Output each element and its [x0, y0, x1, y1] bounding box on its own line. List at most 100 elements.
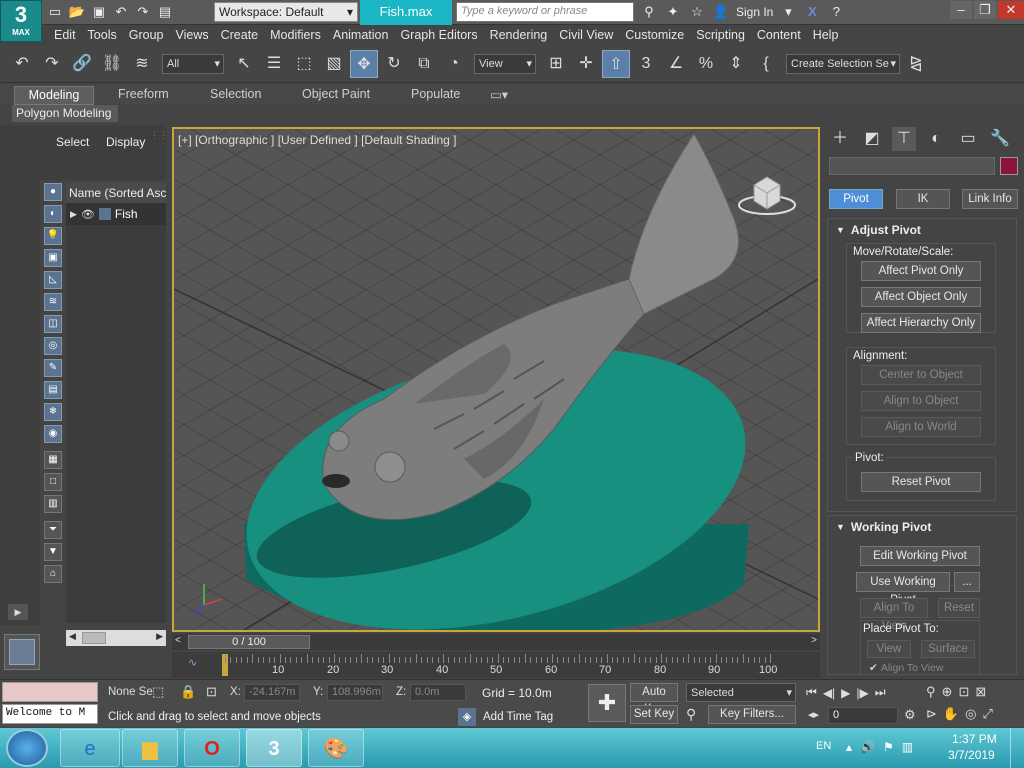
center-to-object-button[interactable]: Center to Object	[861, 365, 981, 385]
exchange-icon[interactable]: X	[803, 3, 821, 21]
maximize-viewport-icon[interactable]: ⤢	[982, 706, 992, 722]
tab-modeling[interactable]: Modeling	[14, 86, 94, 105]
open-folder-icon[interactable]: 📂	[68, 3, 86, 21]
undo-icon[interactable]: ↶	[112, 3, 130, 21]
scroll-thumb[interactable]	[82, 632, 106, 644]
edit-working-pivot-button[interactable]: Edit Working Pivot	[860, 546, 980, 566]
window-crossing-icon[interactable]: ▧	[320, 50, 348, 78]
file-explorer-icon[interactable]: ▆	[122, 729, 178, 767]
maxscript-listener[interactable]: Welcome to M	[2, 704, 98, 724]
horizontal-scrollbar[interactable]: ◀ ▶	[66, 630, 166, 646]
use-working-pivot-button[interactable]: Use Working Pivot	[856, 572, 950, 606]
key-selection-dropdown[interactable]: Selected ▾	[686, 683, 796, 702]
viewcube[interactable]	[736, 165, 798, 217]
align-to-object-button[interactable]: Align to Object	[861, 391, 981, 411]
zoom-all-icon[interactable]: ⊕	[942, 684, 953, 700]
menu-help[interactable]: Help	[813, 28, 839, 42]
app-logo[interactable]: 3 MAX	[0, 0, 42, 42]
scene-explorer-select-menu[interactable]: Select	[56, 135, 89, 149]
angle-snap-icon[interactable]: ∠	[662, 50, 690, 78]
expand-arrow-icon[interactable]: ▶	[8, 604, 28, 620]
z-coordinate-field[interactable]: 0.0m	[410, 684, 466, 701]
move-icon[interactable]: ✥	[350, 49, 378, 78]
polygon-modeling-panel[interactable]: Polygon Modeling	[12, 105, 118, 122]
track-bar[interactable]: ∿ 10 20 30 40 50 60 70 80 90 100	[172, 652, 820, 678]
key-filters-button[interactable]: Key Filters...	[708, 705, 796, 724]
menu-graph-editors[interactable]: Graph Editors	[400, 28, 477, 42]
zoom-extents-icon[interactable]: ⊡	[958, 684, 969, 700]
go-to-end-icon[interactable]: ⏭	[875, 685, 886, 700]
adjust-pivot-header[interactable]: ▼ Adjust Pivot	[836, 223, 921, 237]
display-hidden-icon[interactable]: ◉	[44, 425, 62, 443]
pivot-center-icon[interactable]: ⊞	[542, 50, 570, 78]
place-surface-button[interactable]: Surface	[921, 640, 975, 658]
time-slider-thumb[interactable]: 0 / 100	[188, 635, 310, 649]
menu-customize[interactable]: Customize	[625, 28, 684, 42]
display-geometry-icon[interactable]: ●	[44, 183, 62, 201]
current-frame-field[interactable]: 0	[828, 707, 898, 724]
display-cameras-icon[interactable]: ▣	[44, 249, 62, 267]
set-key-button[interactable]: Set Key	[630, 705, 678, 724]
key-mode-toggle-icon[interactable]: ◂▸	[808, 708, 819, 721]
ribbon-options-icon[interactable]: ▭▾	[490, 87, 508, 102]
tab-selection[interactable]: Selection	[210, 87, 261, 101]
object-name-field[interactable]	[829, 157, 995, 175]
user-icon[interactable]: 👤	[712, 3, 730, 21]
display-none-icon[interactable]: □	[44, 473, 62, 491]
save-icon[interactable]: ▣	[90, 3, 108, 21]
select-by-name-icon[interactable]: ☰	[260, 50, 288, 78]
viewport-layout-button[interactable]	[4, 634, 40, 670]
redo-icon[interactable]: ↷	[134, 3, 152, 21]
lock-icon[interactable]: 🔒	[180, 684, 196, 700]
workspace-dropdown[interactable]: Workspace: Default ▾	[214, 2, 358, 22]
create-tab-icon[interactable]: ＋	[828, 127, 852, 151]
time-configuration-icon[interactable]: ⚙	[904, 707, 916, 723]
tab-object-paint[interactable]: Object Paint	[302, 87, 370, 101]
maxscript-mini-listener-top[interactable]	[2, 682, 98, 702]
auto-key-button[interactable]: Auto Key	[630, 683, 678, 715]
place-view-button[interactable]: View	[867, 640, 911, 658]
object-color-swatch[interactable]	[1000, 157, 1018, 175]
pan-icon[interactable]: ✋	[943, 706, 959, 722]
zoom-icon[interactable]: ⚲	[926, 684, 936, 700]
next-frame-icon[interactable]: >	[811, 635, 817, 646]
display-tab-icon[interactable]: ▭	[956, 127, 980, 151]
invert-display-icon[interactable]: ▥	[44, 495, 62, 513]
layer-icon[interactable]: ⌂	[44, 565, 62, 583]
modify-tab-icon[interactable]: ◩	[860, 127, 884, 151]
rectangular-selection-icon[interactable]: ⬚	[290, 50, 318, 78]
opera-icon[interactable]: O	[184, 729, 240, 767]
x-coordinate-field[interactable]: -24.167m	[244, 684, 300, 701]
snap-3d-icon[interactable]: 3	[632, 50, 660, 78]
filter-icon[interactable]: ⏷	[44, 521, 62, 539]
add-time-tag-button[interactable]: Add Time Tag	[483, 711, 553, 723]
menu-content[interactable]: Content	[757, 28, 801, 42]
mirror-icon[interactable]: ⧎	[902, 50, 930, 78]
play-icon[interactable]: ▶	[841, 686, 850, 700]
menu-animation[interactable]: Animation	[333, 28, 389, 42]
hierarchy-tab-icon[interactable]: ⊤	[892, 127, 916, 151]
expand-arrow-icon[interactable]: ▶	[70, 209, 77, 220]
list-item[interactable]: ▶ 👁 Fish	[66, 203, 166, 225]
paint-icon[interactable]: 🎨	[308, 729, 364, 767]
tab-populate[interactable]: Populate	[411, 87, 460, 101]
new-file-icon[interactable]: ▭	[46, 3, 64, 21]
start-button[interactable]	[6, 729, 48, 767]
align-to-view-checkbox[interactable]: ✔ Align To View	[869, 662, 943, 674]
affect-hierarchy-only-button[interactable]: Affect Hierarchy Only	[861, 313, 981, 333]
redo-icon[interactable]: ↷	[38, 50, 66, 78]
absolute-mode-icon[interactable]: ⊡	[206, 684, 217, 700]
flag-icon[interactable]: ⚑	[883, 740, 894, 754]
axis-constraint-icon[interactable]: ✛	[572, 50, 600, 78]
show-desktop-button[interactable]	[1010, 728, 1024, 768]
utilities-tab-icon[interactable]: 🔧	[988, 127, 1012, 151]
favorites-icon[interactable]: ☆	[688, 3, 706, 21]
sign-in-link[interactable]: Sign In	[736, 5, 773, 19]
internet-explorer-icon[interactable]: e	[60, 729, 120, 767]
reference-coordinate-dropdown[interactable]: View ▾	[474, 53, 536, 74]
tab-link-info[interactable]: Link Info	[962, 189, 1018, 209]
prev-frame-icon[interactable]: <	[175, 635, 181, 646]
field-of-view-icon[interactable]: ⊳	[926, 706, 937, 722]
tray-arrow-icon[interactable]: ▴	[846, 740, 852, 754]
display-spacewarps-icon[interactable]: ≋	[44, 293, 62, 311]
